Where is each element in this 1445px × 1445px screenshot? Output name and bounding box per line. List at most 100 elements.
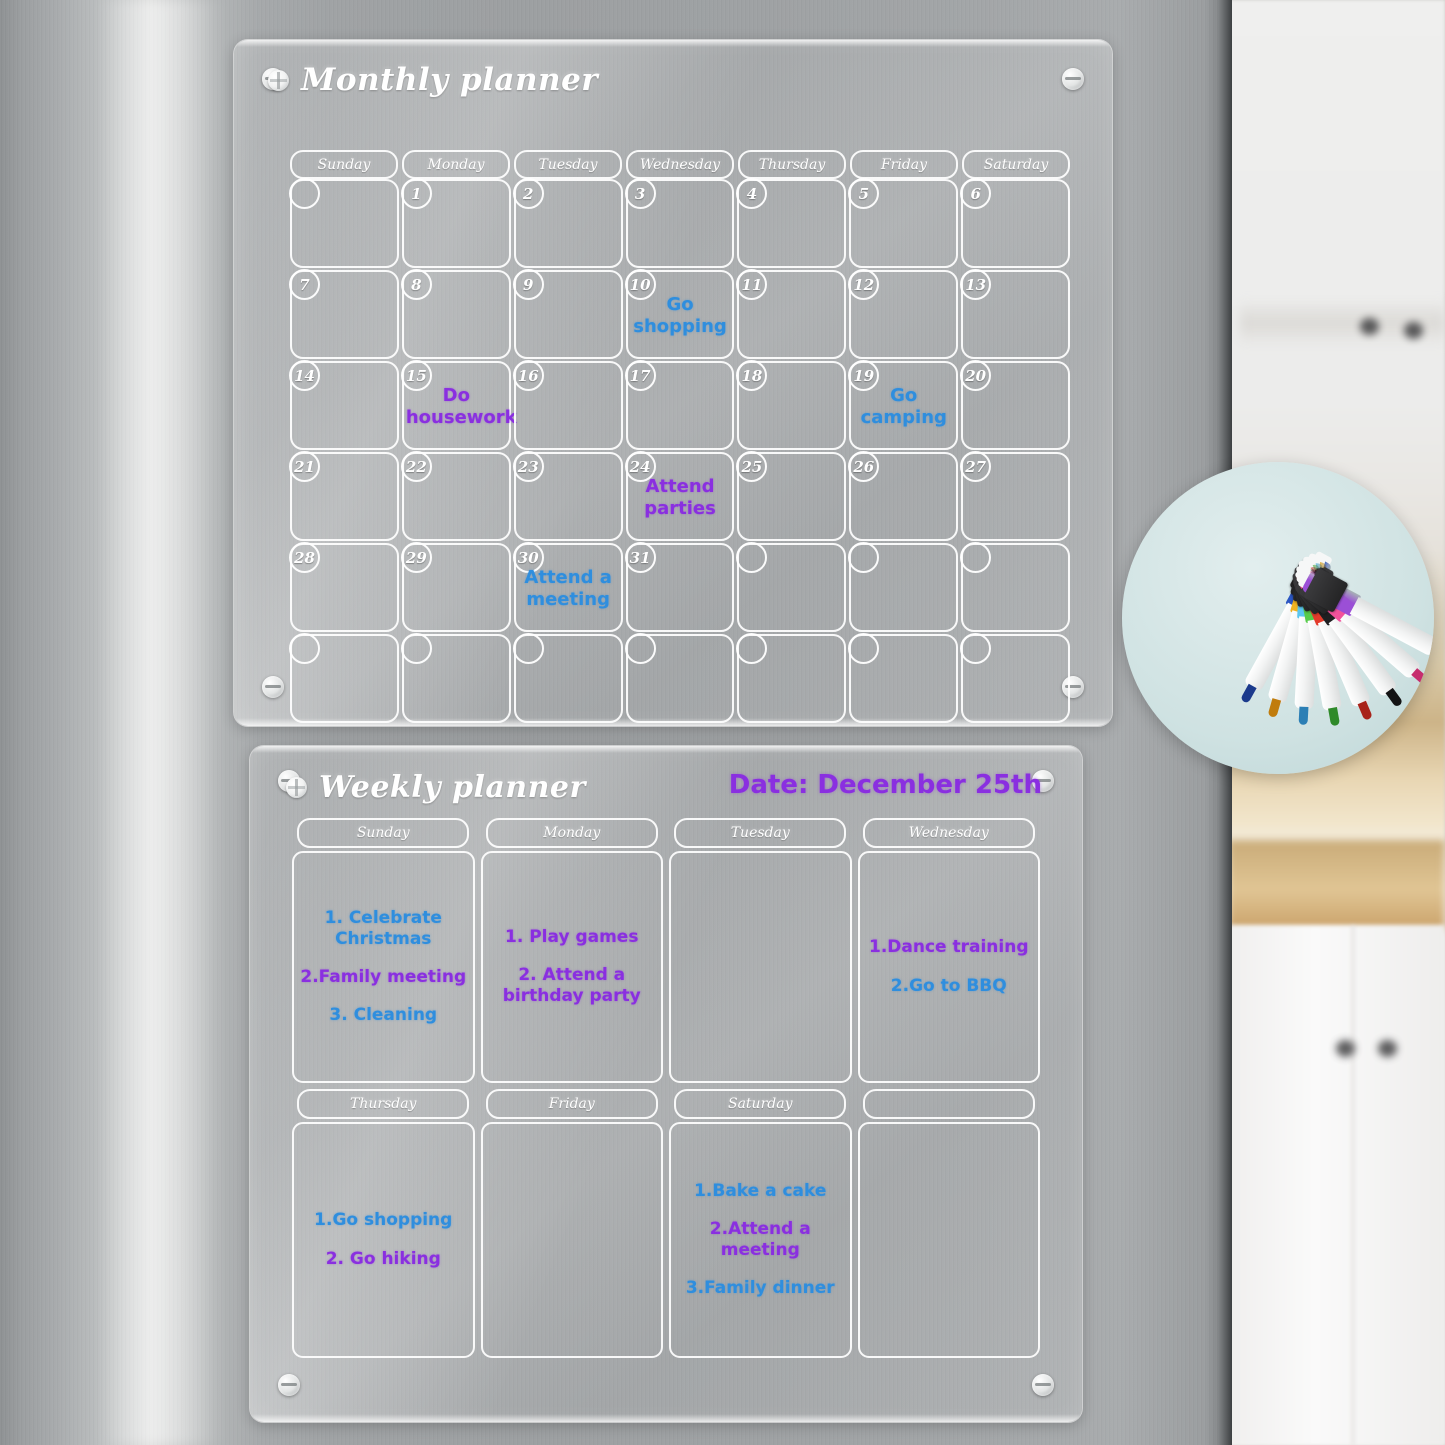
monthly-day-cell[interactable]: 28 [289, 542, 399, 632]
weekly-handwritten-note: 1.Go shopping [314, 1210, 453, 1231]
weekly-handwritten-note: 1.Bake a cake [694, 1180, 827, 1201]
weekly-day-header: Thursday [297, 1089, 470, 1119]
weekly-day-header-label: Friday [548, 1096, 595, 1112]
weekly-day-body[interactable]: 1.Go shopping 2. Go hiking [292, 1122, 475, 1358]
monthly-day-cell[interactable]: 11 [736, 269, 847, 359]
monthly-day-cell[interactable]: 3 [624, 178, 735, 268]
weekly-day-header-label: Saturday [727, 1096, 793, 1112]
monthly-day-cell[interactable] [624, 633, 735, 723]
monthly-day-cell[interactable]: 26 [848, 451, 959, 541]
monthly-day-cell[interactable]: 31 [624, 542, 735, 632]
monthly-day-cell[interactable]: 30 Attend a meeting [512, 542, 623, 632]
weekly-day-header [862, 1089, 1035, 1119]
weekly-day-body[interactable] [669, 851, 852, 1083]
monthly-day-cell[interactable] [960, 542, 1071, 632]
monthly-day-cell[interactable]: 8 [400, 269, 511, 359]
weekly-day-header: Monday [485, 818, 658, 848]
monthly-day-cell[interactable] [736, 542, 847, 632]
marker-pens-inset [1122, 462, 1434, 774]
monthly-day-number: 22 [400, 451, 432, 482]
weekly-row: Thursday 1.Go shopping 2. Go hiking Friday S… [292, 1089, 1040, 1358]
monthly-day-cell[interactable] [848, 633, 959, 723]
monthly-day-cell[interactable]: 10 Go shopping [624, 269, 735, 359]
monthly-day-number [512, 633, 544, 664]
weekly-day-header-label: Monday [543, 825, 601, 841]
weekly-day-body[interactable]: 1.Dance training 2.Go to BBQ [857, 851, 1040, 1083]
monthly-day-cell[interactable]: 1 [400, 178, 511, 268]
monthly-day-cell[interactable]: 24 Attend parties [624, 451, 735, 541]
weekly-day-body[interactable] [480, 1122, 663, 1358]
monthly-day-cell[interactable]: 6 [960, 178, 1071, 268]
monthly-day-number [960, 542, 992, 573]
monthly-day-number [289, 178, 320, 209]
monthly-handwritten-note: Go shopping [633, 294, 727, 337]
monthly-day-cell[interactable]: 29 [400, 542, 511, 632]
pen-tip [1240, 683, 1257, 704]
monthly-day-cell[interactable] [848, 542, 959, 632]
monthly-day-number: 7 [289, 269, 320, 300]
monthly-day-number [400, 633, 432, 664]
monthly-day-header: Wednesday [626, 150, 734, 179]
monthly-planner-board[interactable]: Monthly planner Sunday Monday Tuesday Wedne… [234, 40, 1112, 726]
monthly-day-header-row: Sunday Monday Tuesday Wednesday Thursday Frid… [290, 150, 1070, 179]
monthly-day-cell[interactable]: 12 [848, 269, 959, 359]
weekly-handwritten-note: 2.Go to BBQ [890, 975, 1007, 996]
monthly-week-row [289, 633, 1071, 723]
weekly-handwritten-note: 2. Attend a birthday party [502, 964, 641, 1007]
monthly-day-cell[interactable]: 17 [624, 360, 735, 450]
weekly-planner-board[interactable]: Weekly planner Date: December 25th Sunda… [250, 746, 1082, 1422]
weekly-day-body[interactable]: 1. Celebrate Christmas 2.Family meeting 3.… [292, 851, 475, 1083]
weekly-day-body[interactable]: 1.Bake a cake 2.Attend a meeting 3.Family … [669, 1122, 852, 1358]
weekly-day-header: Saturday [674, 1089, 847, 1119]
monthly-day-cell[interactable]: 7 [289, 269, 399, 359]
monthly-day-number: 25 [736, 451, 768, 482]
monthly-day-number [289, 633, 320, 664]
pen-tip [1385, 687, 1404, 708]
weekly-title-group: Weekly planner [286, 770, 586, 805]
monthly-day-number: 2 [512, 178, 544, 209]
monthly-day-cell[interactable] [289, 178, 399, 268]
monthly-day-cell[interactable] [960, 633, 1071, 723]
cabinet-knob [1378, 1040, 1397, 1057]
pen-tip [1328, 707, 1341, 727]
monthly-day-cell[interactable]: 4 [736, 178, 847, 268]
monthly-week-row: 7 8 9 10 Go shopping 11 12 13 [289, 269, 1071, 359]
monthly-day-cell[interactable]: 14 [289, 360, 399, 450]
monthly-day-cell[interactable]: 22 [400, 451, 511, 541]
weekly-title: Weekly planner [319, 770, 586, 805]
monthly-day-cell[interactable]: 19 Go camping [848, 360, 959, 450]
steel-highlight [96, 0, 226, 1445]
corner-screw [1062, 68, 1084, 90]
monthly-day-header-label: Friday [880, 156, 928, 173]
monthly-day-cell[interactable]: 25 [736, 451, 847, 541]
weekly-day-column: Thursday 1.Go shopping 2. Go hiking [292, 1089, 475, 1358]
monthly-day-header-label: Sunday [317, 156, 371, 173]
monthly-day-cell[interactable]: 21 [289, 451, 399, 541]
monthly-title: Monthly planner [301, 62, 599, 98]
weekly-day-header-label: Thursday [350, 1096, 417, 1112]
weekly-day-column: Monday 1. Play games 2. Attend a birthday … [480, 818, 663, 1083]
monthly-day-cell[interactable]: 5 [848, 178, 959, 268]
weekly-day-body[interactable] [857, 1122, 1040, 1358]
monthly-day-cell[interactable]: 2 [512, 178, 623, 268]
monthly-week-row: 21 22 23 24 Attend parties 25 26 27 [289, 451, 1071, 541]
monthly-handwritten-note: Attend parties [644, 476, 716, 519]
weekly-handwritten-note: 1. Play games [505, 926, 639, 947]
monthly-day-number: 20 [960, 360, 992, 391]
monthly-day-cell[interactable]: 9 [512, 269, 623, 359]
monthly-day-cell[interactable] [289, 633, 399, 723]
monthly-day-cell[interactable]: 15 Do housework [400, 360, 517, 450]
weekly-handwritten-note: 1. Celebrate Christmas [324, 907, 442, 949]
monthly-day-cell[interactable]: 27 [960, 451, 1071, 541]
monthly-day-cell[interactable]: 20 [960, 360, 1071, 450]
monthly-day-cell[interactable] [736, 633, 847, 723]
monthly-day-number: 5 [848, 178, 880, 209]
monthly-day-cell[interactable] [400, 633, 511, 723]
monthly-day-cell[interactable]: 18 [736, 360, 847, 450]
monthly-day-cell[interactable]: 23 [512, 451, 623, 541]
monthly-day-cell[interactable]: 13 [960, 269, 1071, 359]
monthly-day-cell[interactable] [512, 633, 623, 723]
weekly-day-body[interactable]: 1. Play games 2. Attend a birthday party [480, 851, 663, 1083]
monthly-day-cell[interactable]: 16 [512, 360, 623, 450]
kitchen-knob [1404, 322, 1423, 339]
